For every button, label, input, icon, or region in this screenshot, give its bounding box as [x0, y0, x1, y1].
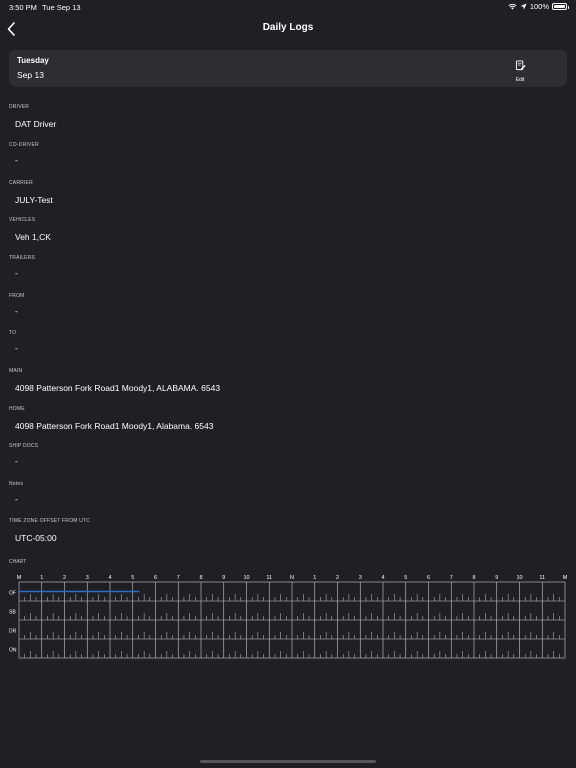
chart-hour-label: N — [290, 575, 294, 581]
location-arrow-icon — [520, 3, 527, 10]
chart-hour-label: 6 — [427, 575, 430, 581]
field-from: FROM - — [9, 293, 25, 316]
chart-hour-label: M — [17, 575, 22, 581]
field-carrier: CARRIER JULY-Test — [9, 180, 53, 205]
field-home: HOME 4098 Patterson Fork Road1 Moody1, A… — [9, 406, 213, 431]
page-title: Daily Logs — [262, 22, 314, 33]
battery-level-fill — [554, 5, 565, 8]
field-label: HOME — [9, 406, 25, 412]
date-value: Sep 13 — [17, 70, 44, 80]
date-card: Tuesday Sep 13 Edit — [9, 50, 567, 87]
chart-row-label: ON — [9, 647, 17, 653]
chart-hour-label: 4 — [381, 575, 384, 581]
chart-hour-label: 11 — [266, 575, 272, 581]
field-tz-offset: TIME ZONE OFFSET FROM UTC UTC-05:00 — [9, 518, 90, 543]
chart-hour-label: 10 — [516, 575, 522, 581]
chart-hour-label: 8 — [472, 575, 475, 581]
edit-button[interactable]: Edit — [507, 58, 533, 83]
field-label: TO — [9, 330, 17, 336]
chart-label: CHART — [9, 559, 27, 565]
field-trailers: TRAILERS - — [9, 255, 35, 278]
chart-hour-label: 9 — [222, 575, 225, 581]
field-label: Notes — [9, 481, 24, 487]
field-co-driver: CO-DRIVER - — [9, 142, 39, 165]
chart-hour-label: 10 — [243, 575, 249, 581]
field-label: TIME ZONE OFFSET FROM UTC — [9, 518, 91, 524]
field-value: - — [15, 306, 18, 316]
edit-document-icon — [515, 60, 526, 71]
chart-row-label: OF — [9, 590, 16, 596]
field-value: UTC-05:00 — [15, 533, 57, 543]
field-ship-docs: SHIP DOCS - — [9, 443, 38, 466]
chart-hour-label: 2 — [63, 575, 66, 581]
field-value: - — [15, 456, 18, 466]
chart-hour-label: 3 — [86, 575, 89, 581]
chart-hour-label: 6 — [154, 575, 157, 581]
field-value: - — [15, 268, 18, 278]
chart-hour-label: M — [563, 575, 568, 581]
status-bar: 3:50 PM Tue Sep 13 100% — [0, 0, 576, 14]
chart-hour-label: 3 — [359, 575, 362, 581]
chart-hour-label: 4 — [108, 575, 111, 581]
date-day: Tuesday — [17, 56, 49, 65]
field-value: DAT Driver — [15, 119, 57, 129]
chart-hour-label: 11 — [539, 575, 545, 581]
battery-percent: 100% — [529, 2, 549, 11]
field-notes: Notes - — [9, 481, 23, 504]
field-value: Veh 1,CK — [15, 232, 51, 242]
status-date: Tue Sep 13 — [42, 3, 81, 12]
field-driver: DRIVER DAT Driver — [9, 104, 56, 129]
chart-row-label: DR — [9, 628, 17, 634]
field-label: MAIN — [9, 368, 23, 374]
chart-hour-label: 7 — [450, 575, 453, 581]
wifi-icon — [508, 3, 517, 10]
field-value: - — [15, 494, 18, 504]
field-value: - — [15, 343, 18, 353]
chart-hour-label: 1 — [313, 575, 316, 581]
field-label: VEHICLES — [9, 217, 36, 223]
status-indicators: 100% — [508, 2, 569, 11]
field-value: 4098 Patterson Fork Road1 Moody1, Alabam… — [15, 421, 214, 431]
field-label: FROM — [9, 293, 25, 299]
chart-hour-label: 5 — [131, 575, 134, 581]
chart-hour-label: 7 — [177, 575, 180, 581]
field-label: TRAILERS — [9, 255, 36, 261]
chart-hour-label: 1 — [40, 575, 43, 581]
chart-hour-label: 5 — [404, 575, 407, 581]
home-indicator — [200, 760, 376, 763]
field-label: DRIVER — [9, 104, 30, 110]
field-to: TO - — [9, 330, 18, 353]
chart-hour-label: 9 — [495, 575, 498, 581]
duty-status-chart: M 1 2 3 4 5 6 7 8 9 10 11 N 1 2 3 4 5 6 7 8 9 10 11 M OF SB DR ON — [9, 575, 568, 659]
chart-hour-label: 2 — [336, 575, 339, 581]
field-label: SHIP DOCS — [9, 443, 39, 449]
navigation-bar: Daily Logs — [0, 14, 576, 44]
chart-hour-label: 8 — [199, 575, 202, 581]
field-value: JULY-Test — [15, 195, 53, 205]
field-label: CO-DRIVER — [9, 142, 39, 148]
field-label: CARRIER — [9, 180, 33, 186]
edit-label: Edit — [515, 77, 525, 83]
field-main: MAIN 4098 Patterson Fork Road1 Moody1, A… — [9, 368, 220, 393]
field-vehicles: VEHICLES Veh 1,CK — [9, 217, 51, 242]
chart-row-label: SB — [9, 609, 16, 615]
status-time: 3:50 PM — [9, 3, 37, 12]
field-value: 4098 Patterson Fork Road1 Moody1, ALABAM… — [15, 383, 221, 393]
field-value: - — [15, 155, 18, 165]
battery-icon — [552, 3, 569, 10]
